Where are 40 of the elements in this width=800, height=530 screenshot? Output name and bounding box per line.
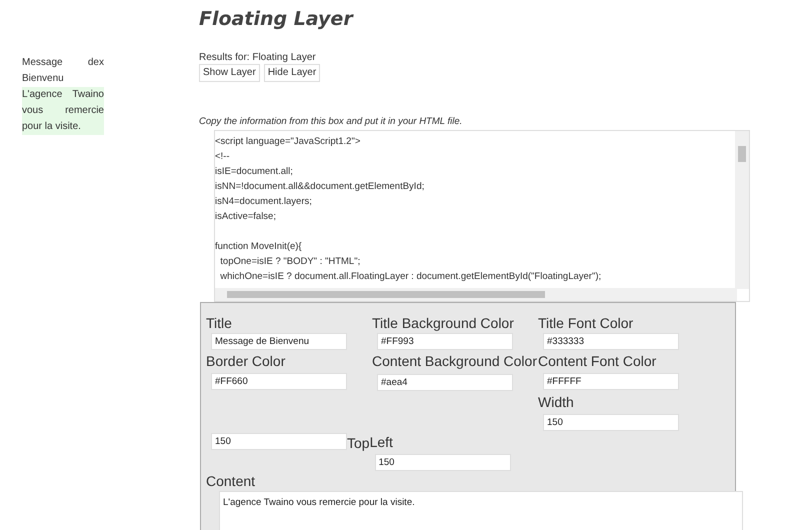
field-label: Left [370, 433, 394, 452]
field-label: Title Background Color [372, 314, 515, 333]
instructions-text: Copy the information from this box and put it in your HTML file. [199, 116, 464, 128]
text-field[interactable]: 150 [543, 414, 679, 431]
content-field[interactable]: L'agence Twaino vous remercie pour la visite. [219, 491, 743, 530]
page-heading: Floating Layer [199, 7, 355, 32]
text-field[interactable]: 150 [374, 454, 511, 471]
text-field[interactable]: #FF660 [211, 373, 347, 390]
code-line: topOne=isIE ? "BODY" : "HTML"; [219, 255, 362, 269]
results-text: Results for: Floating Layer [199, 52, 317, 64]
field-label: Content [206, 472, 256, 491]
field-label: Title Font Color [538, 314, 634, 333]
code-box[interactable] [214, 130, 750, 302]
close-link[interactable]: x [99, 55, 104, 71]
text-field[interactable]: #FF993 [377, 333, 513, 350]
code-line: isN4=document.layers; [215, 195, 313, 209]
text-field[interactable]: Message de Bienvenu [211, 333, 347, 350]
layer-button[interactable]: Show Layer [199, 64, 260, 82]
field-label: Content Font Color [538, 352, 658, 371]
code-line: isActive=false; [215, 210, 277, 224]
layer-button[interactable]: Hide Layer [264, 64, 320, 82]
code-line: whichOne=isIE ? document.all.FloatingLayer : document.getElementById("FloatingLayer"); [219, 270, 602, 284]
text-field[interactable]: 150 [211, 433, 347, 450]
field-label: Content Background Color [372, 352, 538, 371]
code-line: isNN=!document.all&&document.getElementById; [215, 180, 426, 194]
text-field[interactable]: #333333 [543, 333, 679, 350]
text-field[interactable]: #aea4 [377, 374, 513, 391]
field-label: Border Color [206, 352, 286, 371]
code-line: isIE=document.all; [215, 165, 294, 179]
field-label: Title [206, 314, 233, 333]
layer-content: L'agence Twaino vous remercie pour la visite. [22, 87, 104, 135]
text-field[interactable]: #FFFFF [543, 373, 679, 390]
code-line: <script language="JavaScript1.2"> [215, 135, 362, 149]
field-label: Top [347, 434, 370, 453]
field-label: Width [538, 393, 575, 412]
code-line: function MoveInit(e){ [215, 240, 303, 254]
code-line: <!-- [215, 150, 231, 164]
vertical-scrollbar[interactable] [735, 131, 749, 289]
layer-title: Message de Bienvenu [22, 56, 99, 86]
horizontal-scrollbar[interactable] [215, 288, 737, 301]
